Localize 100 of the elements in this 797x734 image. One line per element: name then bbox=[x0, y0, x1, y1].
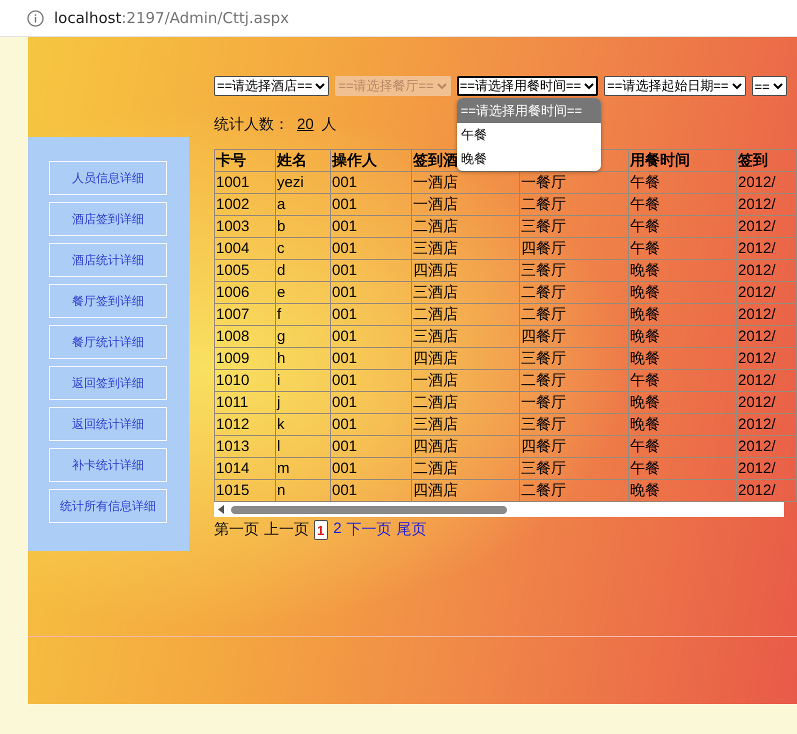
table-cell: 001 bbox=[330, 260, 412, 282]
table-cell: 三酒店 bbox=[412, 326, 520, 348]
table-cell: 001 bbox=[330, 304, 412, 326]
table-cell: 1006 bbox=[214, 282, 276, 304]
sidebar-button[interactable]: 酒店签到详细 bbox=[49, 202, 167, 236]
table-cell: 三酒店 bbox=[412, 414, 520, 436]
dropdown-select[interactable]: ==请选择酒店== bbox=[214, 76, 330, 96]
table-cell: 三餐厅 bbox=[520, 260, 628, 282]
url-text[interactable]: localhost:2197/Admin/Cttj.aspx bbox=[54, 9, 290, 27]
table-cell: 2012/ bbox=[736, 458, 796, 480]
table-cell: 1010 bbox=[214, 370, 276, 392]
table-cell: 三餐厅 bbox=[520, 458, 628, 480]
table-cell: 二餐厅 bbox=[520, 282, 628, 304]
table-cell: 2012/ bbox=[736, 304, 796, 326]
sidebar-button[interactable]: 人员信息详细 bbox=[49, 161, 167, 195]
table-cell: 四餐厅 bbox=[520, 238, 628, 260]
table-cell: k bbox=[276, 414, 330, 436]
table-cell: 2012/ bbox=[736, 194, 796, 216]
table-cell: 午餐 bbox=[628, 458, 736, 480]
dropdown-select[interactable]: ==请选择起始日期== bbox=[604, 76, 746, 96]
column-header: 签到 bbox=[736, 150, 796, 172]
table-cell: 晚餐 bbox=[628, 282, 736, 304]
table-cell: 2012/ bbox=[736, 436, 796, 458]
table-cell: 2012/ bbox=[736, 238, 796, 260]
table-cell: 晚餐 bbox=[628, 392, 736, 414]
sidebar-button[interactable]: 酒店统计详细 bbox=[49, 243, 167, 277]
table-cell: 1002 bbox=[214, 194, 276, 216]
table-cell: 001 bbox=[330, 326, 412, 348]
table-cell: 2012/ bbox=[736, 370, 796, 392]
table-cell: 1012 bbox=[214, 414, 276, 436]
table-cell: c bbox=[276, 238, 330, 260]
table-cell: 001 bbox=[330, 238, 412, 260]
table-cell: 一餐厅 bbox=[520, 392, 628, 414]
table-cell: 001 bbox=[330, 392, 412, 414]
table-cell: 午餐 bbox=[628, 238, 736, 260]
table-cell: 001 bbox=[330, 414, 412, 436]
table-cell: 午餐 bbox=[628, 172, 736, 194]
pager-link[interactable]: 下一页 bbox=[346, 520, 392, 540]
table-cell: 001 bbox=[330, 216, 412, 238]
sidebar-button[interactable]: 餐厅统计详细 bbox=[49, 325, 167, 359]
chevron-down-icon bbox=[584, 82, 594, 90]
chevron-down-icon bbox=[436, 82, 447, 90]
table-cell: 2012/ bbox=[736, 326, 796, 348]
chevron-down-icon bbox=[772, 82, 783, 90]
table-cell: 001 bbox=[330, 194, 412, 216]
table-cell: 午餐 bbox=[628, 436, 736, 458]
table-cell: 1004 bbox=[214, 238, 276, 260]
table-cell: 三餐厅 bbox=[520, 216, 628, 238]
column-header: 用餐时间 bbox=[628, 150, 736, 172]
pager-link[interactable]: 2 bbox=[333, 520, 342, 540]
sidebar-button[interactable]: 统计所有信息详细 bbox=[49, 489, 167, 523]
table-cell: 2012/ bbox=[736, 392, 796, 414]
table-cell: f bbox=[276, 304, 330, 326]
sidebar-button[interactable]: 补卡统计详细 bbox=[49, 448, 167, 482]
table-cell: 2012/ bbox=[736, 414, 796, 436]
count-label: 统计人数： bbox=[214, 115, 289, 134]
column-header: 卡号 bbox=[214, 150, 276, 172]
scrollbar-thumb[interactable] bbox=[231, 506, 507, 514]
dropdown-option[interactable]: 午餐 bbox=[456, 123, 601, 147]
scroll-left-icon[interactable] bbox=[218, 505, 225, 514]
table-cell: 四酒店 bbox=[412, 436, 520, 458]
table-cell: 晚餐 bbox=[628, 304, 736, 326]
sidebar-button[interactable]: 返回签到详细 bbox=[49, 366, 167, 400]
dropdown-select[interactable]: ==请选择用餐时间== bbox=[456, 76, 598, 96]
table-cell: 001 bbox=[330, 282, 412, 304]
dropdown-select[interactable]: == bbox=[752, 76, 787, 96]
chevron-down-icon bbox=[732, 82, 742, 90]
info-icon[interactable] bbox=[27, 10, 44, 26]
table-cell: 1005 bbox=[214, 260, 276, 282]
table-cell: 晚餐 bbox=[628, 260, 736, 282]
table-cell: 二酒店 bbox=[412, 458, 520, 480]
table-cell: 晚餐 bbox=[628, 414, 736, 436]
table-cell: 晚餐 bbox=[628, 326, 736, 348]
table-cell: 1011 bbox=[214, 392, 276, 414]
table-cell: 1008 bbox=[214, 326, 276, 348]
table-cell: 四酒店 bbox=[412, 348, 520, 370]
sidebar-button[interactable]: 返回统计详细 bbox=[49, 407, 167, 441]
table-cell: 二餐厅 bbox=[520, 304, 628, 326]
table-cell: 001 bbox=[330, 436, 412, 458]
table-cell: 四酒店 bbox=[412, 260, 520, 282]
table-cell: 四餐厅 bbox=[520, 326, 628, 348]
table-cell: e bbox=[276, 282, 330, 304]
table-cell: 二酒店 bbox=[412, 392, 520, 414]
table-cell: b bbox=[276, 216, 330, 238]
pager-link[interactable]: 尾页 bbox=[396, 520, 427, 540]
table-cell: 二酒店 bbox=[412, 216, 520, 238]
table-cell: 三酒店 bbox=[412, 282, 520, 304]
pager-link[interactable]: 1 bbox=[314, 520, 328, 540]
table-cell: 1014 bbox=[214, 458, 276, 480]
count-value: 20 bbox=[297, 116, 314, 133]
table-cell: 一酒店 bbox=[412, 194, 520, 216]
table-cell: 1013 bbox=[214, 436, 276, 458]
table-cell: 三餐厅 bbox=[520, 414, 628, 436]
sidebar-button[interactable]: 餐厅签到详细 bbox=[49, 284, 167, 318]
dropdown-option[interactable]: ==请选择用餐时间== bbox=[456, 98, 601, 123]
table-cell: 001 bbox=[330, 172, 412, 194]
table-cell: a bbox=[276, 194, 330, 216]
chevron-down-icon bbox=[315, 82, 326, 90]
table-cell: m bbox=[276, 458, 330, 480]
table-cell: yezi bbox=[276, 172, 330, 194]
